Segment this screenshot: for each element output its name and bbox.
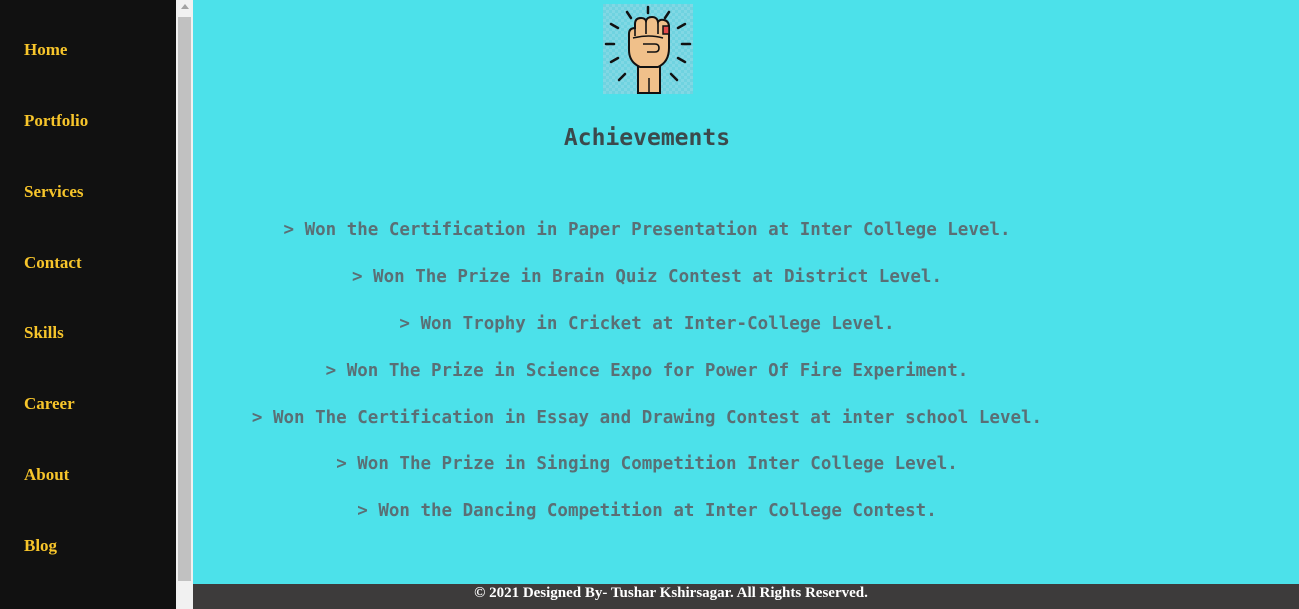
nav-link-home[interactable]: Home: [24, 40, 67, 60]
nav-link-blog[interactable]: Blog: [24, 536, 57, 556]
nav-link-about[interactable]: About: [24, 465, 69, 485]
sidebar-nav: Home Portfolio Services Contact Skills C…: [0, 0, 176, 609]
nav-link-portfolio[interactable]: Portfolio: [24, 111, 88, 131]
main-content: Achievements > Won the Certification in …: [193, 0, 1299, 584]
achievement-item: > Won The Prize in Science Expo for Powe…: [325, 361, 969, 381]
scroll-up-arrow-icon[interactable]: [181, 4, 189, 9]
scrollbar-thumb[interactable]: [178, 17, 191, 581]
nav-link-contact[interactable]: Contact: [24, 253, 82, 273]
raised-fist-icon: [603, 4, 693, 94]
achievement-item: > Won The Prize in Brain Quiz Contest at…: [351, 267, 942, 287]
achievement-item: > Won The Certification in Essay and Dra…: [251, 408, 1043, 428]
nav-link-career[interactable]: Career: [24, 394, 75, 414]
achievement-item: > Won Trophy in Cricket at Inter-College…: [399, 314, 895, 334]
page-footer: © 2021 Designed By- Tushar Kshirsagar. A…: [193, 584, 1299, 609]
achievement-item: > Won the Dancing Competition at Inter C…: [357, 501, 937, 521]
achievements-title: Achievements: [563, 125, 731, 151]
achievement-item: > Won the Certification in Paper Present…: [283, 220, 1011, 240]
sidebar-scrollbar[interactable]: [176, 0, 193, 609]
nav-link-skills[interactable]: Skills: [24, 323, 64, 343]
nav-link-services[interactable]: Services: [24, 182, 83, 202]
copyright-text: © 2021 Designed By- Tushar Kshirsagar. A…: [474, 585, 868, 601]
achievement-item: > Won The Prize in Singing Competition I…: [336, 454, 958, 474]
